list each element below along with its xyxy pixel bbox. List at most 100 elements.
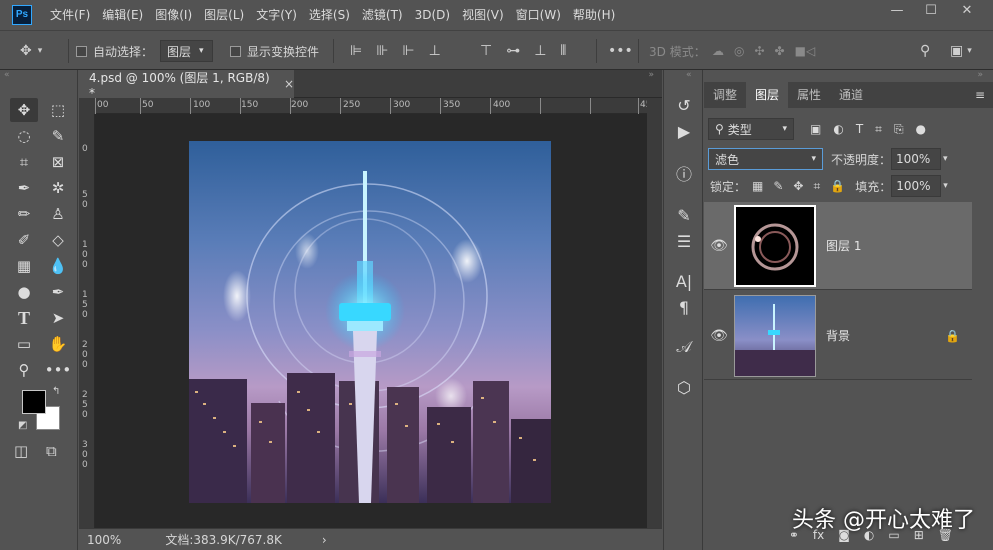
menu-select[interactable]: 选择(S): [303, 0, 356, 30]
default-colors-icon[interactable]: ◩: [18, 420, 27, 431]
layer-name[interactable]: 图层 1: [826, 237, 861, 254]
tab-channels[interactable]: 通道: [830, 82, 872, 108]
stamp-tool-icon[interactable]: ♙: [44, 202, 72, 226]
tab-layers[interactable]: 图层: [746, 82, 789, 108]
healing-tool-icon[interactable]: ✲: [44, 176, 72, 200]
collapse-icon[interactable]: «: [686, 70, 692, 80]
crop-tool-icon[interactable]: ⌗: [10, 150, 38, 174]
marquee-tool-icon[interactable]: ⬚: [44, 98, 72, 122]
lock-position-icon[interactable]: ✥: [793, 179, 803, 194]
align-middle-v-icon[interactable]: ⊶: [506, 43, 520, 59]
document-tab[interactable]: 4.psd @ 100% (图层 1, RGB/8) * ×: [79, 70, 294, 100]
chevron-down-icon[interactable]: ▾: [943, 154, 948, 164]
filter-toggle-icon[interactable]: ●: [916, 122, 926, 137]
zoom-tool-icon[interactable]: ⚲: [10, 358, 38, 382]
type-tool-icon[interactable]: T: [10, 306, 38, 330]
panel-menu-icon[interactable]: ≡: [975, 82, 985, 108]
quick-select-tool-icon[interactable]: ✎: [44, 124, 72, 148]
move-tool-icon[interactable]: ✥: [10, 98, 38, 122]
minimize-button[interactable]: —: [880, 0, 914, 22]
actions-panel-icon[interactable]: ▶: [664, 118, 704, 144]
paragraph-panel-icon[interactable]: ¶: [664, 294, 704, 320]
align-center-h-icon[interactable]: ⊪: [376, 43, 388, 59]
opacity-input[interactable]: 100%: [891, 148, 942, 170]
history-panel-icon[interactable]: ↺: [664, 92, 704, 118]
distribute-vertical-icon[interactable]: ⊥: [534, 43, 546, 59]
vertical-ruler[interactable]: 0 5 0 1 0 0 1 5 0 2 0 0 2 5 0 3 0 0: [79, 114, 95, 528]
align-bottom-icon[interactable]: ⊥: [429, 43, 441, 59]
layer-row[interactable]: 👁 背景 🔒: [704, 292, 972, 380]
adjust-sliders-icon[interactable]: ☰: [664, 228, 704, 254]
shape-tool-icon[interactable]: ▭: [10, 332, 38, 356]
align-left-icon[interactable]: ⊫: [350, 43, 362, 59]
align-right-icon[interactable]: ⊩: [402, 43, 414, 59]
hand-tool-icon[interactable]: ✋: [44, 332, 72, 356]
filter-smart-object-icon[interactable]: ⎘: [894, 122, 904, 137]
gradient-tool-icon[interactable]: ▦: [10, 254, 38, 278]
menu-image[interactable]: 图像(I): [149, 0, 198, 30]
align-top-icon[interactable]: ⊤: [480, 43, 492, 59]
menu-edit[interactable]: 编辑(E): [96, 0, 149, 30]
maximize-button[interactable]: ☐: [914, 0, 948, 22]
swap-colors-icon[interactable]: ↰: [52, 386, 60, 397]
lock-all-icon[interactable]: 🔒: [830, 179, 845, 194]
menu-window[interactable]: 窗口(W): [510, 0, 567, 30]
close-button[interactable]: ✕: [950, 0, 984, 22]
screen-mode-icon[interactable]: ⧉: [46, 442, 57, 460]
3d-camera-icon[interactable]: ■◁: [795, 44, 816, 58]
zoom-level[interactable]: 100%: [87, 533, 121, 547]
lasso-tool-icon[interactable]: ◌: [10, 124, 38, 148]
more-tools-icon[interactable]: •••: [44, 358, 72, 382]
brush-tool-icon[interactable]: ✏: [10, 202, 38, 226]
tab-properties[interactable]: 属性: [788, 82, 830, 108]
status-menu-arrow[interactable]: ›: [322, 533, 327, 547]
collapse-icon[interactable]: »: [648, 70, 654, 80]
fill-input[interactable]: 100%: [891, 175, 942, 197]
blend-mode-dropdown[interactable]: 滤色 ▾: [708, 148, 823, 170]
search-button[interactable]: ⚲: [920, 31, 930, 71]
lock-transparent-icon[interactable]: ▦: [752, 179, 763, 194]
filter-pixel-icon[interactable]: ▣: [810, 122, 821, 137]
brush-settings-icon[interactable]: ✎: [664, 202, 704, 228]
menu-view[interactable]: 视图(V): [456, 0, 510, 30]
path-select-tool-icon[interactable]: ➤: [44, 306, 72, 330]
layer-name[interactable]: 背景: [826, 327, 850, 344]
auto-select-target-dropdown[interactable]: 图层 ▾: [160, 40, 213, 62]
menu-filter[interactable]: 滤镜(T): [356, 0, 409, 30]
visibility-eye-icon[interactable]: 👁: [704, 328, 734, 344]
lock-pixels-icon[interactable]: ✎: [773, 179, 783, 194]
eyedropper-tool-icon[interactable]: ✒: [10, 176, 38, 200]
menu-3d[interactable]: 3D(D): [409, 0, 456, 30]
chevron-down-icon[interactable]: ▾: [943, 181, 948, 191]
blur-tool-icon[interactable]: 💧: [44, 254, 72, 278]
3d-roll-icon[interactable]: ◎: [734, 44, 744, 58]
menu-type[interactable]: 文字(Y): [250, 0, 303, 30]
auto-select-checkbox[interactable]: 自动选择：: [76, 31, 153, 71]
quick-mask-icon[interactable]: ◫: [14, 442, 28, 460]
dodge-tool-icon[interactable]: ●: [10, 280, 38, 304]
character-panel-icon[interactable]: A|: [664, 268, 704, 294]
vertical-scrollbar[interactable]: [647, 98, 662, 528]
pen-tool-icon[interactable]: ✒: [44, 280, 72, 304]
3d-slide-icon[interactable]: ✤: [775, 44, 785, 58]
history-brush-icon[interactable]: ✐: [10, 228, 38, 252]
collapse-icon[interactable]: «: [4, 70, 10, 80]
move-tool-preset[interactable]: ✥ ▾: [20, 31, 42, 71]
3d-panel-icon[interactable]: ⬡: [664, 374, 704, 400]
tab-adjustments[interactable]: 调整: [704, 82, 746, 108]
menu-help[interactable]: 帮助(H): [567, 0, 621, 30]
horizontal-ruler[interactable]: 00 50 100 150 200 250 300 350 400 45: [95, 98, 651, 114]
filter-shape-icon[interactable]: ⌗: [875, 122, 882, 137]
visibility-eye-icon[interactable]: 👁: [704, 238, 734, 254]
close-tab-icon[interactable]: ×: [284, 77, 294, 91]
3d-drag-icon[interactable]: ✣: [754, 44, 764, 58]
filter-type-icon[interactable]: T: [856, 122, 863, 137]
more-options-button[interactable]: •••: [608, 31, 633, 71]
distribute-horizontal-icon[interactable]: ⫴: [560, 43, 566, 59]
filter-kind-dropdown[interactable]: ⚲ 类型 ▾: [708, 118, 794, 140]
layer-row[interactable]: 👁 图层 1: [704, 202, 972, 290]
lock-artboard-icon[interactable]: ⌗: [813, 179, 820, 194]
show-transform-checkbox[interactable]: 显示变换控件: [230, 31, 319, 71]
menu-file[interactable]: 文件(F): [44, 0, 96, 30]
menu-layer[interactable]: 图层(L): [198, 0, 250, 30]
